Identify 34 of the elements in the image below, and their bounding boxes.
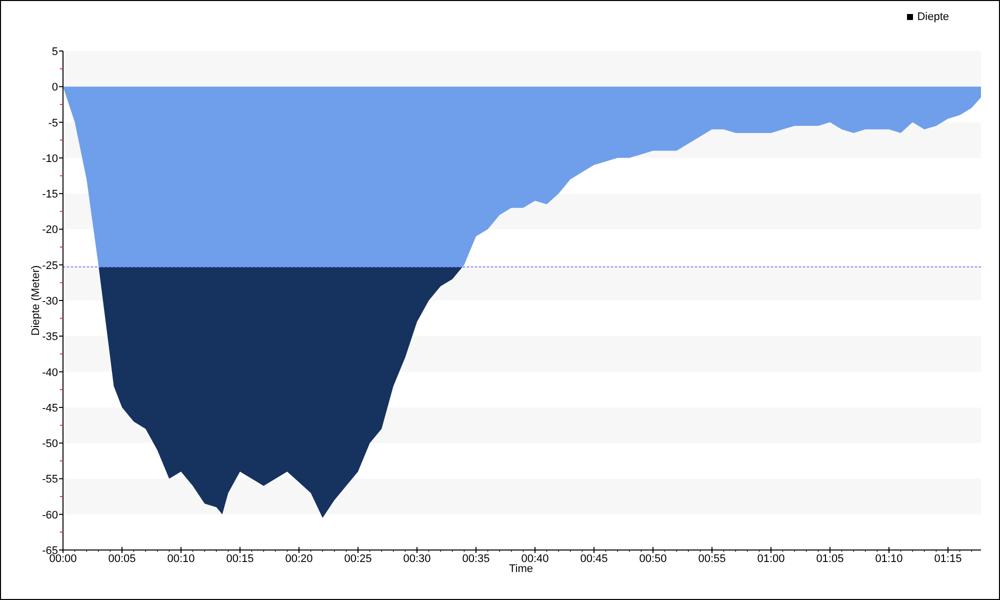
y-tick-label: -35 xyxy=(42,331,58,344)
legend-label: Diepte xyxy=(917,10,949,25)
x-tick-label: 00:35 xyxy=(462,553,490,565)
y-tick-label: -50 xyxy=(42,438,58,450)
x-tick-label: 00:10 xyxy=(167,553,195,565)
x-tick-label: 00:05 xyxy=(108,553,136,565)
x-axis-title: Time xyxy=(508,563,534,575)
legend-swatch xyxy=(907,14,914,20)
y-tick-label: -60 xyxy=(42,509,58,522)
x-tick-label: 00:15 xyxy=(226,553,254,565)
x-tick-label: 00:20 xyxy=(285,553,313,565)
y-tick-label: -5 xyxy=(48,117,58,130)
x-tick-label: 00:40 xyxy=(521,553,549,565)
y-tick-label: -40 xyxy=(42,366,58,379)
x-tick-label: 01:00 xyxy=(757,553,785,565)
y-tick-label: -10 xyxy=(42,152,58,165)
x-tick-label: 01:15 xyxy=(934,553,962,565)
y-tick-label: 0 xyxy=(52,82,58,94)
x-tick-label: 00:50 xyxy=(639,553,667,565)
y-tick-label: -55 xyxy=(42,474,58,486)
x-tick-label: 00:45 xyxy=(580,553,608,565)
y-tick-label: -20 xyxy=(42,224,58,236)
y-tick-label: -30 xyxy=(42,296,58,308)
x-tick-label: 01:10 xyxy=(875,553,903,565)
x-tick-label: 00:55 xyxy=(698,553,726,565)
x-tick-label: 00:25 xyxy=(344,553,372,565)
y-tick-label: 5 xyxy=(52,46,58,58)
x-tick-label: 01:05 xyxy=(816,553,844,565)
y-tick-label: -45 xyxy=(42,402,58,414)
x-tick-label: 00:00 xyxy=(49,553,77,565)
y-tick-label: -25 xyxy=(42,260,58,272)
y-tick-label: -15 xyxy=(42,188,58,201)
y-axis-title: Diepte (Meter) xyxy=(30,265,42,336)
x-tick-label: 00:30 xyxy=(403,553,431,565)
